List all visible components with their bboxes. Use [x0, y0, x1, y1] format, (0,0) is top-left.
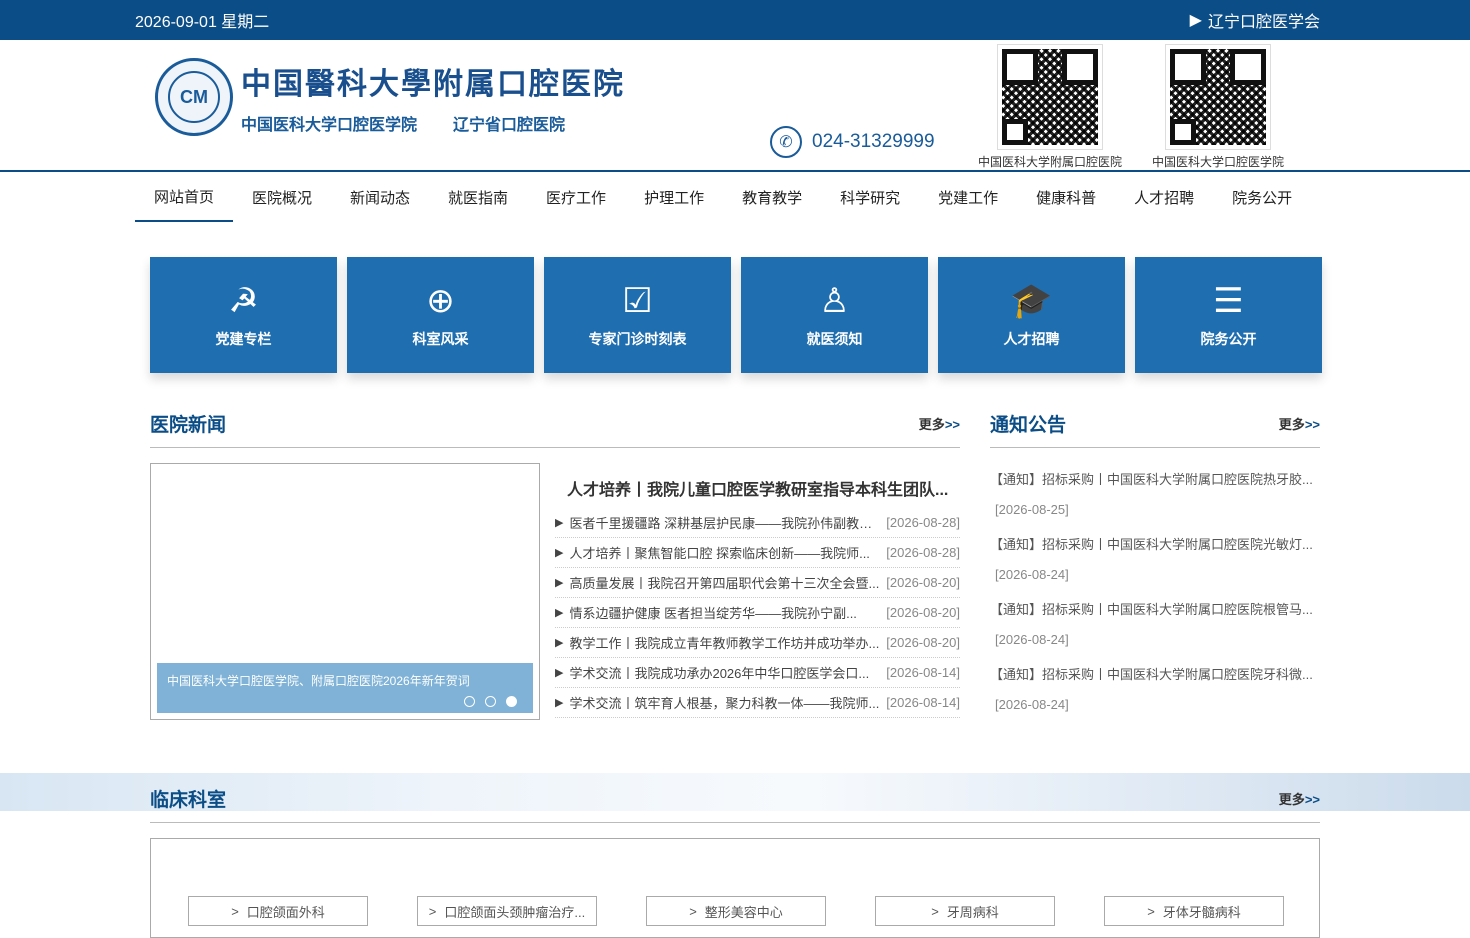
hammer-sickle-icon: ☭ [228, 282, 259, 320]
triangle-icon: ▶ [555, 547, 564, 559]
tile-party[interactable]: ☭ 党建专栏 [150, 257, 337, 373]
slider-dot[interactable] [485, 696, 496, 707]
nav-health[interactable]: 健康科普 [1017, 172, 1115, 222]
clipboard-check-icon: ☑ [622, 282, 653, 320]
news-title: 医院新闻 [150, 415, 227, 436]
news-item[interactable]: ▶ 学术交流丨我院成功承办2026年中华口腔医学会口... [2026-08-14] [555, 658, 960, 688]
top-bar: 2026-09-01 星期二 ▶ 辽宁口腔医学会 [0, 0, 1470, 40]
logo-subtitle-1: 中国医科大学口腔医学院 [241, 117, 418, 134]
nav-recruit[interactable]: 人才招聘 [1115, 172, 1213, 222]
site-header: CM 中国醫科大學附属口腔医院 中国医科大学口腔医学院 辽宁省口腔医院 ✆ 02… [0, 40, 1470, 172]
main-nav: 网站首页 医院概况 新闻动态 就医指南 医疗工作 护理工作 教育教学 科学研究 … [0, 172, 1470, 224]
dept-button[interactable]: > 牙体牙髓病科 [1104, 896, 1284, 926]
dept-button[interactable]: > 口腔颌面头颈肿瘤治疗... [417, 896, 597, 926]
tile-label: 专家门诊时刻表 [588, 331, 687, 347]
notice-header: 通知公告 更多>> [990, 400, 1320, 448]
clinic-more-link[interactable]: 更多>> [1279, 789, 1320, 808]
news-item[interactable]: ▶ 高质量发展丨我院召开第四届职代会第十三次全会暨... [2026-08-20] [555, 568, 960, 598]
notice-title: 通知公告 [990, 415, 1067, 436]
qr-code-icon [997, 44, 1103, 150]
notice-item[interactable]: 【通知】招标采购丨中国医科大学附属口腔医院热牙胶... [2026-08-25] [990, 463, 1320, 528]
slider-dot-active[interactable] [506, 696, 517, 707]
quick-tiles: ☭ 党建专栏 ⊕ 科室风采 ☑ 专家门诊时刻表 ♙ 就医须知 🎓 人才招聘 ☰ … [150, 257, 1322, 373]
nav-guide[interactable]: 就医指南 [429, 172, 527, 222]
tile-notice[interactable]: ♙ 就医须知 [741, 257, 928, 373]
tile-label: 党建专栏 [215, 331, 272, 347]
graduation-cap-icon: 🎓 [1010, 282, 1053, 320]
news-headline[interactable]: 人才培养丨我院儿童口腔医学教研室指导本科生团队... [567, 476, 952, 500]
nav-home[interactable]: 网站首页 [135, 172, 233, 222]
hospital-logo[interactable]: CM 中国醫科大學附属口腔医院 中国医科大学口腔医学院 辽宁省口腔医院 [155, 58, 625, 136]
phone-number: 024-31329999 [812, 131, 935, 152]
nav-party[interactable]: 党建工作 [919, 172, 1017, 222]
news-item[interactable]: ▶ 人才培养丨聚焦智能口腔 探索临床创新——我院师... [2026-08-28] [555, 538, 960, 568]
tile-affairs[interactable]: ☰ 院务公开 [1135, 257, 1322, 373]
qr-code-hospital: 中国医科大学附属口腔医院 [970, 44, 1130, 170]
notice-list: 【通知】招标采购丨中国医科大学附属口腔医院热牙胶... [2026-08-25] … [990, 463, 1320, 723]
dept-button[interactable]: > 牙周病科 [875, 896, 1055, 926]
news-list: ▶ 医者千里援疆路 深耕基层护民康——我院孙伟副教授... [2026-08-28]… [555, 508, 960, 718]
clinic-header: 临床科室 更多>> [150, 775, 1320, 823]
nav-affairs[interactable]: 院务公开 [1213, 172, 1311, 222]
triangle-icon: ▶ [555, 697, 564, 709]
slider-caption-text: 中国医科大学口腔医学院、附属口腔医院2026年新年贺词 [167, 674, 470, 688]
tile-recruit[interactable]: 🎓 人才招聘 [938, 257, 1125, 373]
clinic-title: 临床科室 [150, 790, 227, 811]
notice-item[interactable]: 【通知】招标采购丨中国医科大学附属口腔医院光敏灯... [2026-08-24] [990, 528, 1320, 593]
news-slider[interactable]: 中国医科大学口腔医学院、附属口腔医院2026年新年贺词 [150, 463, 540, 720]
notice-item[interactable]: 【通知】招标采购丨中国医科大学附属口腔医院牙科微... [2026-08-24] [990, 658, 1320, 723]
society-link[interactable]: ▶ 辽宁口腔医学会 [1190, 8, 1320, 32]
news-more-link[interactable]: 更多>> [919, 414, 960, 433]
tile-label: 人才招聘 [1003, 331, 1060, 347]
news-item[interactable]: ▶ 学术交流丨筑牢育人根基，聚力科教一体——我院师... [2026-08-14] [555, 688, 960, 718]
nav-overview[interactable]: 医院概况 [233, 172, 331, 222]
triangle-icon: ▶ [555, 637, 564, 649]
document-icon: ☰ [1213, 282, 1244, 320]
nav-research[interactable]: 科学研究 [821, 172, 919, 222]
qr-code-icon [1165, 44, 1271, 150]
triangle-icon: ▶ [555, 667, 564, 679]
medical-kit-icon: ⊕ [426, 282, 455, 320]
tile-schedule[interactable]: ☑ 专家门诊时刻表 [544, 257, 731, 373]
nav-education[interactable]: 教育教学 [723, 172, 821, 222]
nav-nursing[interactable]: 护理工作 [625, 172, 723, 222]
news-item[interactable]: ▶ 情系边疆护健康 医者担当绽芳华——我院孙宁副... [2026-08-20] [555, 598, 960, 628]
nav-medical[interactable]: 医疗工作 [527, 172, 625, 222]
slider-dots [464, 696, 517, 707]
phone-icon: ✆ [770, 126, 802, 158]
slider-dot[interactable] [464, 696, 475, 707]
nav-news[interactable]: 新闻动态 [331, 172, 429, 222]
qr-label: 中国医科大学附属口腔医院 [977, 155, 1122, 169]
logo-title: 中国醫科大學附属口腔医院 [241, 67, 625, 102]
logo-subtitle-2: 辽宁省口腔医院 [453, 117, 566, 134]
news-item[interactable]: ▶ 教学工作丨我院成立青年教师教学工作坊并成功举办... [2026-08-20] [555, 628, 960, 658]
tile-departments[interactable]: ⊕ 科室风采 [347, 257, 534, 373]
triangle-icon: ▶ [555, 607, 564, 619]
notice-more-link[interactable]: 更多>> [1279, 414, 1320, 433]
dept-button[interactable]: > 口腔颌面外科 [188, 896, 368, 926]
tile-label: 就医须知 [806, 331, 863, 347]
play-icon: ▶ [1189, 12, 1202, 29]
society-label: 辽宁口腔医学会 [1207, 14, 1320, 31]
qr-label: 中国医科大学口腔医学院 [1151, 155, 1284, 169]
dept-button[interactable]: > 整形美容中心 [646, 896, 826, 926]
notice-item[interactable]: 【通知】招标采购丨中国医科大学附属口腔医院根管马... [2026-08-24] [990, 593, 1320, 658]
department-list: > 口腔颌面外科 > 口腔颌面头颈肿瘤治疗... > 整形美容中心 > 牙周病科 > 牙体… [188, 896, 1284, 926]
seal-icon: CM [155, 58, 233, 136]
news-header: 医院新闻 更多>> [150, 400, 960, 448]
current-date: 2026-09-01 星期二 [135, 14, 270, 31]
triangle-icon: ▶ [555, 517, 564, 529]
news-item[interactable]: ▶ 医者千里援疆路 深耕基层护民康——我院孙伟副教授... [2026-08-28] [555, 508, 960, 538]
phone-contact: ✆ 024-31329999 [770, 126, 935, 158]
tile-label: 科室风采 [412, 331, 469, 347]
tile-label: 院务公开 [1200, 331, 1257, 347]
triangle-icon: ▶ [555, 577, 564, 589]
tooth-icon: ♙ [819, 282, 850, 320]
qr-code-school: 中国医科大学口腔医学院 [1138, 44, 1298, 170]
